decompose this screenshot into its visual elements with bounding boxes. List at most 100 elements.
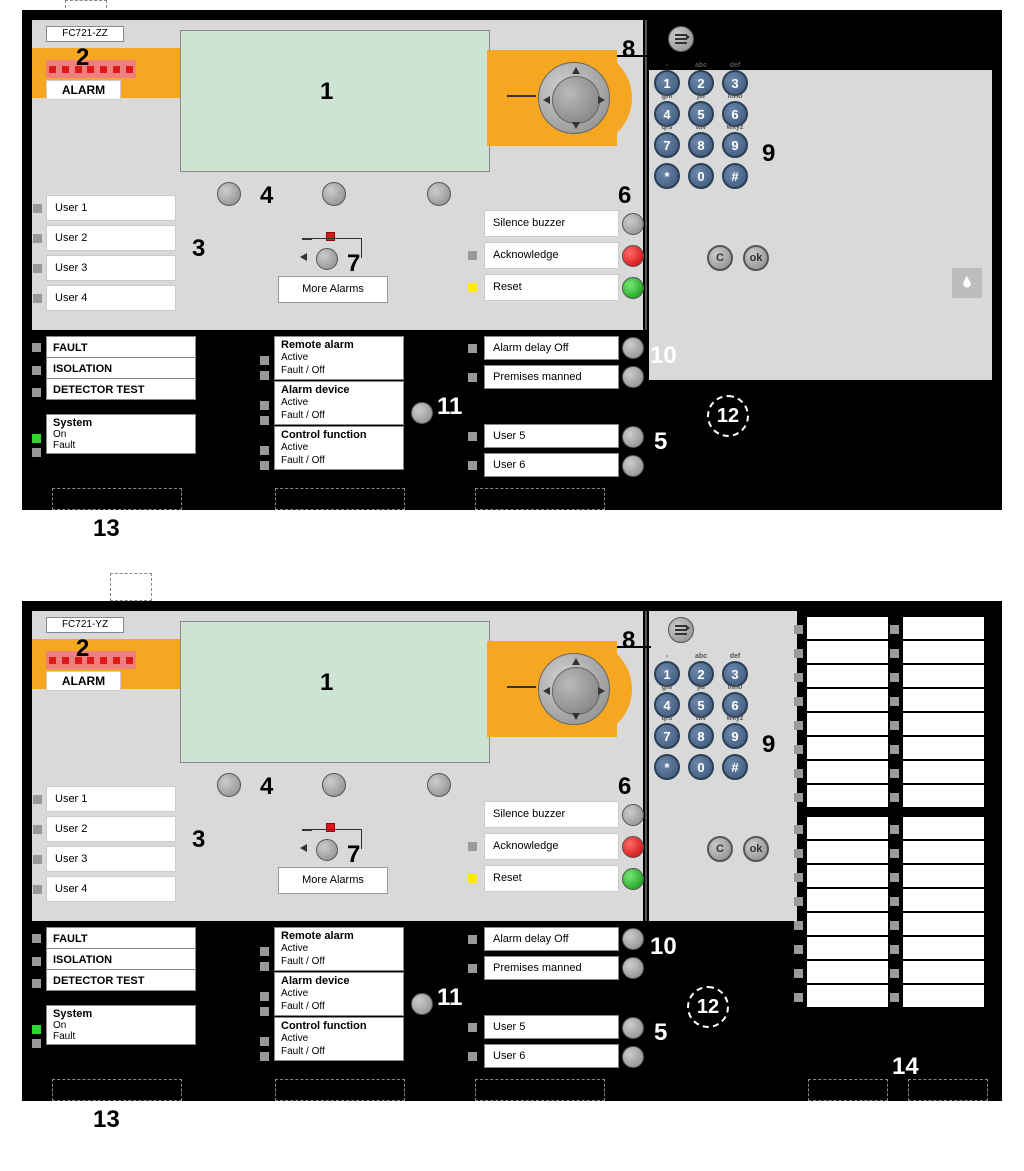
acknowledge-button[interactable] <box>622 245 644 267</box>
key-7[interactable]: 7qrs <box>654 723 680 749</box>
user-row: User 2 <box>46 816 176 842</box>
callout-6: 6 <box>618 773 631 801</box>
softkey-1[interactable] <box>217 773 241 797</box>
led-slot <box>901 863 986 889</box>
user-row: User 4 <box>46 285 176 311</box>
callout-8: 8 <box>622 36 635 64</box>
alarm-device-button[interactable] <box>411 402 433 424</box>
key-8[interactable]: 8tuv <box>688 723 714 749</box>
led-slot <box>901 639 986 665</box>
fault-box: FAULT <box>46 336 196 358</box>
user6-label: User 6 <box>484 453 619 477</box>
key-hash[interactable]: # <box>722 163 748 189</box>
led-slot <box>901 759 986 785</box>
callout-3: 3 <box>192 235 205 263</box>
model-label: FC721-ZZ <box>46 26 124 42</box>
premises-manned-button[interactable] <box>622 366 644 388</box>
system-box: System On Fault <box>46 414 196 454</box>
function-column: Remote alarm Active Fault / Off Alarm de… <box>274 927 404 1062</box>
callout-1: 1 <box>320 669 333 697</box>
key-star[interactable]: * <box>654 163 680 189</box>
callout-11: 11 <box>437 984 462 1012</box>
softkey-2[interactable] <box>322 773 346 797</box>
alarm-device-button[interactable] <box>411 993 433 1015</box>
fault-box: FAULT <box>46 927 196 949</box>
user6-button[interactable] <box>622 1046 644 1068</box>
led-slot <box>805 663 890 689</box>
menu-button[interactable] <box>668 26 694 52</box>
user5-button[interactable] <box>622 1017 644 1039</box>
user6-button[interactable] <box>622 455 644 477</box>
alarm-delay-button[interactable] <box>622 337 644 359</box>
acknowledge-label: Acknowledge <box>484 242 619 269</box>
remote-alarm-box: Remote alarm Active Fault / Off <box>274 927 404 971</box>
premises-manned-label: Premises manned <box>484 956 619 980</box>
c-button[interactable]: C <box>707 245 733 271</box>
reset-button[interactable] <box>622 868 644 890</box>
detector-test-box: DETECTOR TEST <box>46 378 196 400</box>
softkey-2[interactable] <box>322 182 346 206</box>
ok-button[interactable]: ok <box>743 836 769 862</box>
callout-10: 10 <box>650 342 677 370</box>
acknowledge-button[interactable] <box>622 836 644 858</box>
led-slot <box>901 983 986 1009</box>
callout-13: 13 <box>93 1106 1024 1134</box>
user-row: User 1 <box>46 195 176 221</box>
c-button[interactable]: C <box>707 836 733 862</box>
callout-8: 8 <box>622 627 635 655</box>
more-alarms-button[interactable] <box>316 248 338 270</box>
led-slot <box>805 815 890 841</box>
led-slot <box>805 911 890 937</box>
midright-column: Alarm delay Off Premises manned User 5 U… <box>484 927 619 1073</box>
key-9[interactable]: 9wxyz <box>722 132 748 158</box>
premises-manned-label: Premises manned <box>484 365 619 389</box>
status-column: FAULT ISOLATION DETECTOR TEST System On … <box>46 336 196 454</box>
alarm-leds <box>46 60 136 78</box>
callout-12: 12 <box>707 395 749 437</box>
key-0[interactable]: 0 <box>688 163 714 189</box>
led-slot <box>901 887 986 913</box>
isolation-box: ISOLATION <box>46 948 196 970</box>
user5-button[interactable] <box>622 426 644 448</box>
user-row: User 1 <box>46 786 176 812</box>
alarm-label: ALARM <box>46 671 121 691</box>
key-0[interactable]: 0 <box>688 754 714 780</box>
softkey-3[interactable] <box>427 773 451 797</box>
flame-icon <box>952 268 982 298</box>
callout-14: 14 <box>892 1053 919 1081</box>
led-slot <box>901 815 986 841</box>
led-slot <box>805 615 890 641</box>
led-slot <box>901 615 986 641</box>
key-7[interactable]: 7qrs <box>654 132 680 158</box>
more-alarms-button[interactable] <box>316 839 338 861</box>
silence-button[interactable] <box>622 213 644 235</box>
ok-button[interactable]: ok <box>743 245 769 271</box>
silence-button[interactable] <box>622 804 644 826</box>
user-row: User 4 <box>46 876 176 902</box>
softkey-1[interactable] <box>217 182 241 206</box>
reset-label: Reset <box>484 274 619 301</box>
ack-group: Silence buzzer Acknowledge Reset <box>484 801 619 897</box>
premises-manned-button[interactable] <box>622 957 644 979</box>
callout-4: 4 <box>260 773 273 801</box>
status-column: FAULT ISOLATION DETECTOR TEST System On … <box>46 927 196 1045</box>
user-row: User 3 <box>46 255 176 281</box>
callout-2: 2 <box>76 44 89 72</box>
menu-button[interactable] <box>668 617 694 643</box>
alarm-leds <box>46 651 136 669</box>
led-slot <box>805 935 890 961</box>
acknowledge-label: Acknowledge <box>484 833 619 860</box>
detector-test-box: DETECTOR TEST <box>46 969 196 991</box>
callout-4: 4 <box>260 182 273 210</box>
led-slot <box>805 711 890 737</box>
softkey-3[interactable] <box>427 182 451 206</box>
key-hash[interactable]: # <box>722 754 748 780</box>
reset-button[interactable] <box>622 277 644 299</box>
key-8[interactable]: 8tuv <box>688 132 714 158</box>
key-star[interactable]: * <box>654 754 680 780</box>
key-9[interactable]: 9wxyz <box>722 723 748 749</box>
jog-wheel[interactable] <box>538 653 610 725</box>
callout-12: 12 <box>687 986 729 1028</box>
alarm-delay-button[interactable] <box>622 928 644 950</box>
jog-wheel[interactable] <box>538 62 610 134</box>
